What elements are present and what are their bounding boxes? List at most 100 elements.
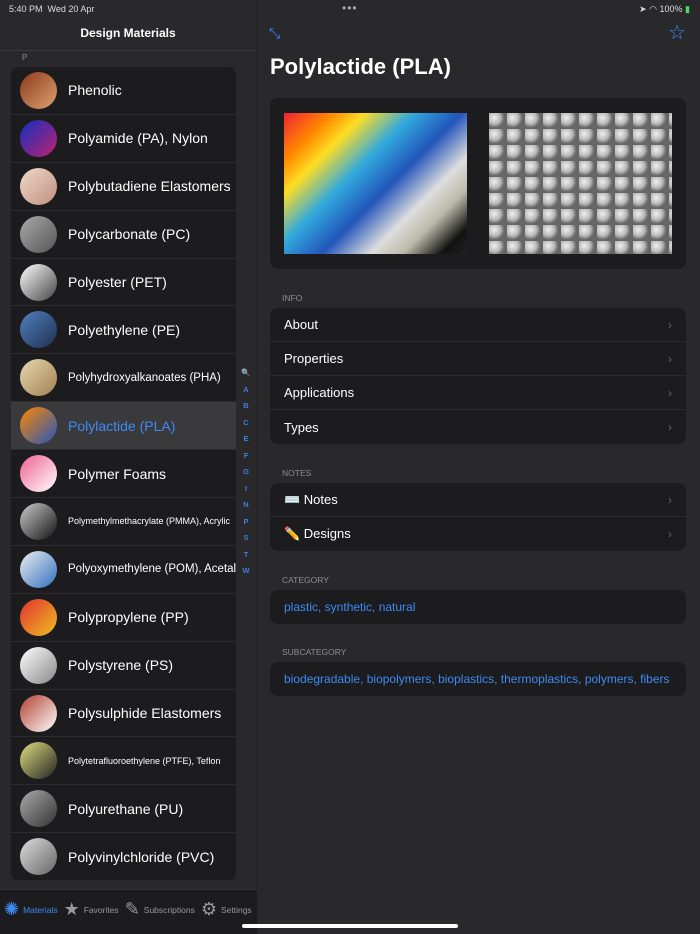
pla-pellets-image[interactable] (489, 113, 672, 254)
tab-label: Materials (23, 904, 58, 915)
row-label: ⌨️ Notes (284, 491, 338, 507)
material-label: Polyamide (PA), Nylon (68, 130, 208, 147)
material-label: Polyethylene (PE) (68, 321, 181, 338)
category-links[interactable]: plastic, synthetic, natural (270, 590, 686, 624)
index-search-icon[interactable]: 🔍 (240, 367, 252, 384)
row-properties[interactable]: Properties › (270, 342, 686, 376)
material-thumbnail (20, 742, 57, 780)
material-row[interactable]: Polyester (PET) (11, 259, 236, 307)
material-thumbnail (20, 119, 57, 157)
material-row[interactable]: Polysulphide Elastomers (11, 690, 236, 738)
row-applications[interactable]: Applications › (270, 376, 686, 410)
material-thumbnail (20, 646, 57, 684)
material-label: Polytetrafluoroethylene (PTFE), Teflon (68, 755, 221, 766)
index-letter[interactable]: A (240, 384, 252, 401)
material-label: Polymer Foams (68, 465, 167, 482)
material-row[interactable]: Polypropylene (PP) (11, 594, 236, 642)
index-letter[interactable]: S (240, 532, 252, 549)
material-label: Polysulphide Elastomers (68, 705, 222, 722)
material-label: Polyoxymethylene (POM), Acetal (68, 563, 236, 576)
tab-materials[interactable]: ✺ Materials (4, 899, 58, 920)
material-thumbnail (20, 502, 57, 540)
material-row[interactable]: Polybutadiene Elastomers (11, 163, 236, 211)
material-row[interactable]: Polymethylmethacrylate (PMMA), Acrylic (11, 498, 236, 546)
row-label: Applications (284, 385, 355, 400)
index-letter[interactable]: E (240, 433, 252, 450)
tab-settings[interactable]: ⚙ Settings (201, 899, 252, 920)
material-thumbnail (20, 311, 57, 349)
row-label: ✏️ Designs (284, 526, 351, 541)
row-about[interactable]: About › (270, 308, 686, 342)
material-thumbnail (20, 790, 57, 828)
tab-subscriptions[interactable]: ✎ Subscriptions (125, 899, 195, 920)
chevron-right-icon: › (668, 527, 672, 541)
favorites-icon: ★ (63, 899, 80, 919)
notes-card: ⌨️ Notes › ✏️ Designs › (270, 483, 686, 551)
material-row[interactable]: Polymer Foams (11, 450, 236, 499)
tab-label: Subscriptions (143, 904, 195, 915)
material-row[interactable]: Polyhydroxyalkanoates (PHA) (11, 354, 236, 403)
page-title: Polylactide (PLA) (270, 54, 451, 79)
expand-icon[interactable]: ⤡ (269, 25, 280, 42)
notes-header: NOTES (282, 468, 312, 478)
divider (0, 50, 256, 51)
info-header: INFO (282, 293, 303, 303)
index-letter[interactable]: B (240, 400, 252, 417)
material-thumbnail (20, 598, 57, 636)
favorite-star-icon[interactable]: ☆ (668, 20, 686, 45)
battery-level: 100% (659, 4, 683, 14)
row-types[interactable]: Types › (270, 410, 686, 444)
tab-favorites[interactable]: ★ Favorites (64, 899, 119, 920)
material-label: Phenolic (68, 82, 122, 99)
section-index[interactable]: 🔍 A B C E F G I N P S T W (240, 367, 252, 582)
material-thumbnail (20, 455, 57, 493)
row-notes[interactable]: ⌨️ Notes › (270, 483, 686, 517)
index-letter[interactable]: P (240, 516, 252, 533)
pla-filament-image[interactable] (284, 113, 467, 254)
subscriptions-icon: ✎ (124, 899, 140, 919)
material-row[interactable]: Polyamide (PA), Nylon (11, 115, 236, 163)
material-label: Polyurethane (PU) (68, 800, 184, 817)
material-label: Polyvinylchloride (PVC) (68, 848, 215, 865)
sidebar: Design Materials P Phenolic Polyamide (PA… (0, 0, 257, 934)
tab-label: Settings (220, 904, 252, 915)
material-thumbnail (20, 263, 57, 301)
material-row[interactable]: Polylactide (PLA) (11, 402, 236, 451)
material-row[interactable]: Polyurethane (PU) (11, 785, 236, 834)
chevron-right-icon: › (668, 317, 672, 332)
index-letter[interactable]: T (240, 549, 252, 566)
row-label: About (284, 317, 318, 332)
sidebar-title: Design Materials (80, 26, 176, 40)
index-letter[interactable]: G (240, 466, 252, 483)
tab-label: Favorites (83, 904, 119, 915)
home-indicator[interactable] (242, 924, 458, 928)
subcategory-card: biodegradable, biopolymers, bioplastics,… (270, 662, 686, 696)
material-row[interactable]: Polyoxymethylene (POM), Acetal (11, 546, 236, 594)
subcategory-links[interactable]: biodegradable, biopolymers, bioplastics,… (270, 662, 686, 696)
row-designs[interactable]: ✏️ Designs › (270, 517, 686, 551)
section-header: P (22, 53, 28, 62)
chevron-right-icon: › (668, 492, 672, 507)
material-row[interactable]: Phenolic (11, 67, 236, 115)
time: 5:40 PM (9, 4, 43, 14)
material-label: Polystyrene (PS) (68, 657, 174, 674)
material-row[interactable]: Polytetrafluoroethylene (PTFE), Teflon (11, 737, 236, 786)
material-thumbnail (20, 359, 57, 397)
materials-icon: ✺ (4, 899, 20, 919)
material-row[interactable]: Polyethylene (PE) (11, 306, 236, 355)
material-row[interactable]: Polyvinylchloride (PVC) (11, 833, 236, 882)
index-letter[interactable]: F (240, 450, 252, 467)
index-letter[interactable]: C (240, 417, 252, 434)
material-label: Polybutadiene Elastomers (68, 178, 231, 195)
tab-bar: ✺ Materials ★ Favorites ✎ Subscriptions ⚙ Setti… (0, 889, 257, 934)
index-letter[interactable]: N (240, 499, 252, 516)
material-label: Polyester (PET) (68, 274, 167, 290)
material-label: Polypropylene (PP) (68, 609, 189, 626)
material-row[interactable]: Polystyrene (PS) (11, 642, 236, 690)
index-letter[interactable]: I (240, 483, 252, 500)
index-letter[interactable]: W (240, 565, 252, 582)
material-row[interactable]: Polycarbonate (PC) (11, 211, 236, 259)
detail-pane: ⤡ ☆ Polylactide (PLA) INFO About › Propert… (258, 0, 700, 934)
status-bar: 5:40 PM Wed 20 Apr ••• ➤ ◠ 100% ▮ (0, 0, 700, 18)
multitask-dots[interactable]: ••• (342, 1, 358, 15)
